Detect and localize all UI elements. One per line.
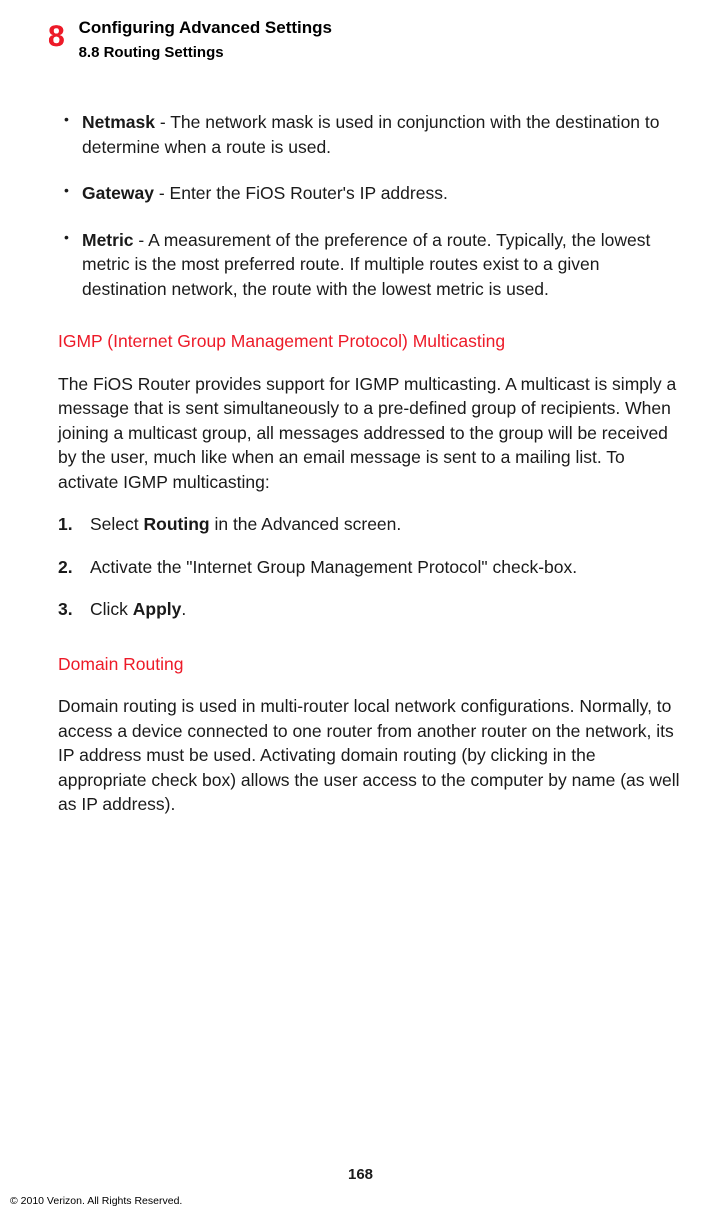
term-desc: - The network mask is used in conjunctio… — [82, 112, 660, 157]
page-content: Netmask - The network mask is used in co… — [58, 110, 686, 833]
page-number: 168 — [0, 1164, 721, 1185]
list-item: Metric - A measurement of the preference… — [58, 228, 686, 302]
step-text-pre: Click — [90, 599, 133, 619]
definition-list: Netmask - The network mask is used in co… — [58, 110, 686, 301]
term: Gateway — [82, 183, 154, 203]
step-item: 1. Select Routing in the Advanced screen… — [58, 512, 686, 537]
step-text-pre: Select — [90, 514, 144, 534]
step-text-pre: Activate the "Internet Group Management … — [90, 557, 577, 577]
step-number: 1. — [58, 512, 73, 537]
step-item: 2. Activate the "Internet Group Manageme… — [58, 555, 686, 580]
chapter-title: Configuring Advanced Settings — [79, 16, 332, 40]
term-desc: - Enter the FiOS Router's IP address. — [154, 183, 448, 203]
section-heading-domain-routing: Domain Routing — [58, 652, 686, 677]
step-item: 3. Click Apply. — [58, 597, 686, 622]
section-heading-igmp: IGMP (Internet Group Management Protocol… — [58, 329, 686, 354]
igmp-intro: The FiOS Router provides support for IGM… — [58, 372, 686, 495]
step-text-bold: Routing — [144, 514, 210, 534]
step-number: 2. — [58, 555, 73, 580]
page-header: 8 Configuring Advanced Settings 8.8 Rout… — [48, 16, 332, 64]
domain-routing-body: Domain routing is used in multi-router l… — [58, 694, 686, 817]
step-text-post: in the Advanced screen. — [210, 514, 402, 534]
section-title: 8.8 Routing Settings — [79, 42, 332, 63]
chapter-number: 8 — [48, 20, 64, 53]
term: Metric — [82, 230, 134, 250]
chapter-number-icon: 8 — [48, 12, 64, 60]
step-text-post: . — [181, 599, 186, 619]
step-number: 3. — [58, 597, 73, 622]
list-item: Gateway - Enter the FiOS Router's IP add… — [58, 181, 686, 206]
step-text-bold: Apply — [133, 599, 182, 619]
term-desc: - A measurement of the preference of a r… — [82, 230, 650, 299]
chapter-title-block: Configuring Advanced Settings 8.8 Routin… — [79, 16, 332, 63]
copyright: © 2010 Verizon. All Rights Reserved. — [10, 1194, 182, 1209]
term: Netmask — [82, 112, 155, 132]
list-item: Netmask - The network mask is used in co… — [58, 110, 686, 159]
igmp-steps: 1. Select Routing in the Advanced screen… — [58, 512, 686, 622]
